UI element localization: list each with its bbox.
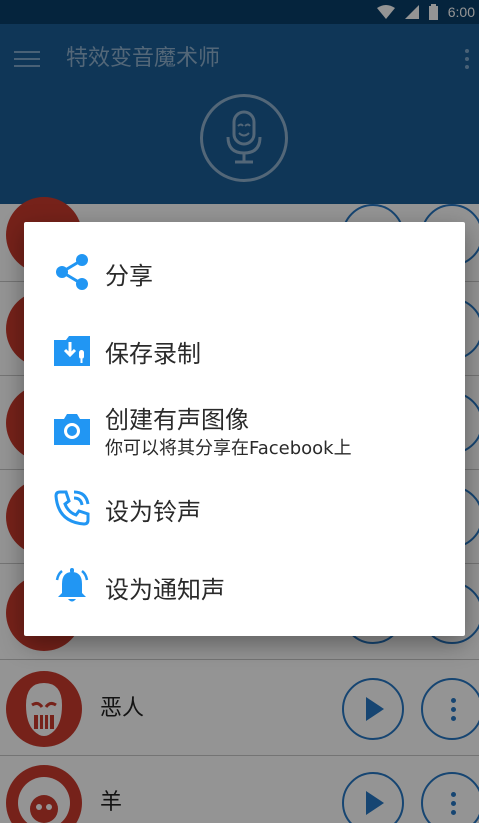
phone-ring-icon [52,488,92,528]
menu-item-sublabel: 你可以将其分享在Facebook上 [105,438,352,459]
camera-icon [52,409,92,449]
menu-item-save-recording[interactable]: 保存录制 [24,324,465,376]
save-download-icon [52,330,92,370]
menu-item-label: 保存录制 [105,340,201,368]
menu-item-label: 设为铃声 [105,498,201,526]
menu-item-label: 设为通知声 [105,576,225,604]
menu-item-share[interactable]: 分享 [24,246,465,298]
menu-item-label: 创建有声图像 [105,406,249,434]
options-dialog: 分享 保存录制 创建有声图像 你可以将其分享在Facebook上 设为铃声 设为… [24,222,465,636]
bell-icon [52,566,92,606]
menu-item-create-sound-image[interactable]: 创建有声图像 你可以将其分享在Facebook上 [24,398,465,460]
menu-item-set-notification-sound[interactable]: 设为通知声 [24,560,465,612]
menu-item-set-ringtone[interactable]: 设为铃声 [24,482,465,534]
share-icon [52,252,92,292]
menu-item-label: 分享 [105,262,153,290]
